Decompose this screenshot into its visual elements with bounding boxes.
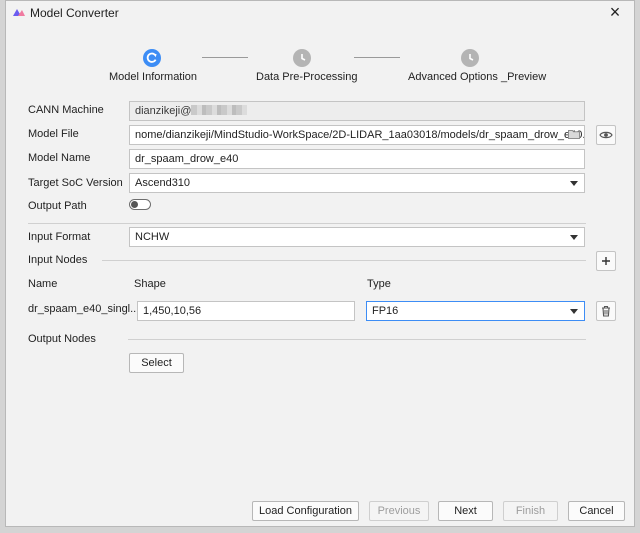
input-node-type-select[interactable]: FP16 <box>366 301 585 321</box>
model-file-label: Model File <box>28 128 79 140</box>
output-nodes-label: Output Nodes <box>28 333 96 345</box>
chevron-down-icon <box>570 181 578 186</box>
previous-button[interactable]: Previous <box>369 501 429 521</box>
close-button[interactable]: × <box>606 3 624 21</box>
preview-model-button[interactable] <box>596 125 616 145</box>
output-path-toggle[interactable] <box>129 199 151 210</box>
folder-icon[interactable] <box>568 129 580 139</box>
model-name-label: Model Name <box>28 152 91 164</box>
model-file-path: nome/dianzikeji/MindStudio-WorkSpace/2D-… <box>135 129 585 141</box>
divider <box>28 223 586 224</box>
step-clock-icon <box>461 49 479 67</box>
load-configuration-button[interactable]: Load Configuration <box>252 501 359 521</box>
add-input-node-button[interactable] <box>596 251 616 271</box>
cann-machine-label: CANN Machine <box>28 104 104 116</box>
target-soc-select[interactable]: Ascend310 <box>129 173 585 193</box>
step-active-refresh-icon <box>143 49 161 67</box>
step-clock-icon <box>293 49 311 67</box>
next-button[interactable]: Next <box>438 501 493 521</box>
model-file-input[interactable]: nome/dianzikeji/MindStudio-WorkSpace/2D-… <box>129 125 585 145</box>
input-nodes-label: Input Nodes <box>28 254 88 266</box>
step-label-advanced-options: Advanced Options _Preview <box>408 71 547 83</box>
step-connector <box>354 57 400 58</box>
finish-button[interactable]: Finish <box>503 501 558 521</box>
column-header-name: Name <box>28 278 58 290</box>
toggle-knob <box>131 201 138 208</box>
input-format-value: NCHW <box>135 231 170 243</box>
cann-machine-value: dianzikeji@ <box>135 105 192 117</box>
model-converter-dialog: Model Converter × Model Information Data… <box>5 0 635 527</box>
step-connector <box>202 57 248 58</box>
delete-input-node-button[interactable] <box>596 301 616 321</box>
chevron-down-icon <box>570 235 578 240</box>
cancel-button[interactable]: Cancel <box>568 501 625 521</box>
mindstudio-logo-icon <box>13 9 25 16</box>
eye-icon <box>599 131 613 139</box>
target-soc-label: Target SoC Version <box>28 177 123 189</box>
input-format-label: Input Format <box>28 231 91 243</box>
redacted-host-blur <box>191 105 248 115</box>
cann-machine-field: dianzikeji@ <box>129 101 585 121</box>
divider <box>128 339 586 340</box>
input-node-type-value: FP16 <box>372 305 399 317</box>
window-title: Model Converter <box>30 6 119 20</box>
column-header-shape: Shape <box>134 278 166 290</box>
select-output-nodes-button[interactable]: Select <box>129 353 184 373</box>
step-label-data-preprocessing: Data Pre-Processing <box>256 71 358 83</box>
trash-icon <box>602 305 610 317</box>
divider <box>102 260 586 261</box>
chevron-down-icon <box>570 309 578 314</box>
column-header-type: Type <box>367 278 391 290</box>
input-format-select[interactable]: NCHW <box>129 227 585 247</box>
step-label-model-information: Model Information <box>109 71 198 83</box>
model-name-input[interactable]: dr_spaam_drow_e40 <box>129 149 585 169</box>
input-node-shape-input[interactable]: 1,450,10,56 <box>137 301 355 321</box>
output-path-label: Output Path <box>28 200 87 212</box>
title-bar: Model Converter × <box>6 1 634 25</box>
target-soc-value: Ascend310 <box>135 177 191 189</box>
plus-icon <box>602 257 610 265</box>
input-node-name: dr_spaam_e40_singl... <box>28 303 140 315</box>
